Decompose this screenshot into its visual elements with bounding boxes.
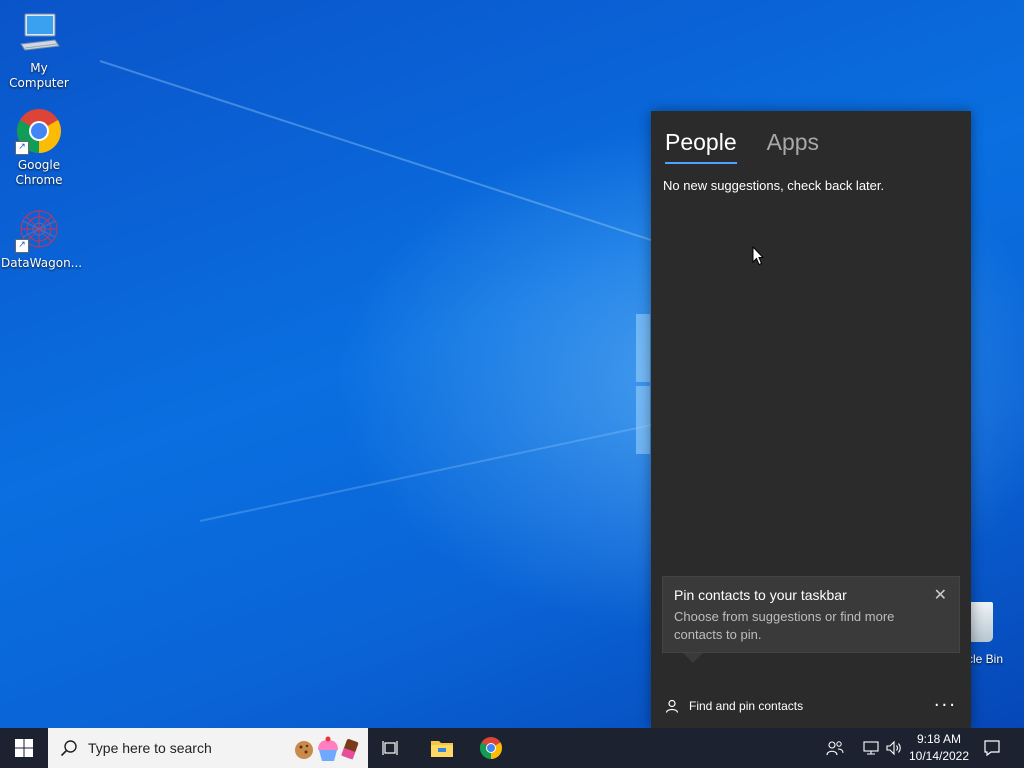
taskbar: Type here to search 9:18 AM 10/14/2022	[0, 728, 1024, 768]
taskbar-clock[interactable]: 9:18 AM 10/14/2022	[904, 731, 974, 765]
datawagon-icon: ↗	[15, 205, 63, 253]
search-placeholder: Type here to search	[88, 740, 212, 756]
tab-apps[interactable]: Apps	[767, 127, 819, 164]
volume-icon	[886, 740, 901, 756]
taskbar-search-box[interactable]: Type here to search	[48, 728, 368, 768]
action-center-icon	[984, 740, 1000, 757]
windows-logo-icon	[15, 739, 33, 757]
desktop-icon-datawagon[interactable]: ↗ DataWagon...	[1, 205, 83, 271]
network-tray-button[interactable]	[858, 728, 884, 768]
desktop: My Computer ↗ Google Chrome ↗ DataWagon.…	[0, 0, 1024, 728]
more-options-icon[interactable]: ···	[934, 695, 957, 716]
network-icon	[863, 741, 879, 755]
search-icon	[60, 740, 77, 757]
wallpaper-logo-pane	[636, 386, 650, 454]
desktop-icon-my-computer[interactable]: My Computer	[1, 10, 77, 91]
clock-date: 10/14/2022	[908, 749, 970, 763]
find-and-pin-contacts-button[interactable]: Find and pin contacts	[665, 699, 803, 713]
chrome-icon: ↗	[15, 107, 63, 155]
people-icon	[826, 741, 844, 756]
desktop-icon-label: My Computer	[9, 61, 69, 90]
tip-title: Pin contacts to your taskbar	[674, 587, 847, 603]
desktop-icon-label: DataWagon...	[1, 256, 83, 270]
close-icon[interactable]: ✕	[934, 585, 947, 605]
start-button[interactable]	[0, 728, 48, 768]
desktop-icon-label: cle Bin	[967, 652, 1004, 666]
tip-body: Choose from suggestions or find more con…	[674, 609, 895, 642]
desktop-icon-google-chrome[interactable]: ↗ Google Chrome	[1, 107, 77, 188]
chrome-icon	[480, 737, 502, 759]
file-explorer-icon	[431, 741, 453, 757]
tab-people[interactable]: People	[665, 127, 737, 164]
volume-tray-button[interactable]	[882, 728, 906, 768]
computer-icon	[15, 10, 63, 58]
people-tabs: People Apps	[665, 127, 819, 164]
shortcut-arrow-icon: ↗	[15, 141, 29, 155]
wallpaper-logo-pane	[636, 314, 650, 382]
desktop-icon-label: Google Chrome	[15, 158, 63, 187]
search-highlight-illustration	[294, 736, 360, 762]
task-view-icon	[382, 741, 398, 755]
suggestion-message: No new suggestions, check back later.	[663, 178, 885, 193]
person-icon	[665, 699, 679, 713]
clock-time: 9:18 AM	[916, 732, 962, 746]
pin-contacts-tip: Pin contacts to your taskbar Choose from…	[662, 576, 960, 653]
tip-pointer	[683, 653, 703, 663]
action-center-button[interactable]	[976, 728, 1008, 768]
mouse-cursor-icon	[752, 246, 764, 266]
task-view-button[interactable]	[368, 728, 414, 768]
people-taskbar-button[interactable]	[812, 728, 858, 768]
file-explorer-button[interactable]	[419, 728, 465, 768]
people-panel: People Apps No new suggestions, check ba…	[651, 111, 971, 728]
sweets-illustration-icon	[295, 736, 359, 761]
chrome-taskbar-button[interactable]	[468, 728, 514, 768]
find-pin-label: Find and pin contacts	[689, 699, 804, 713]
shortcut-arrow-icon: ↗	[15, 239, 29, 253]
